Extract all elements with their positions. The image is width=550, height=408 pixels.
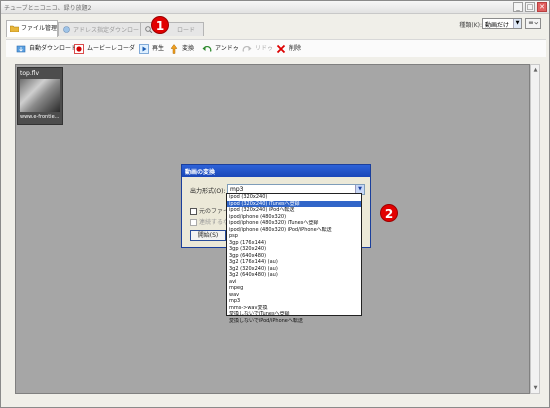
- dialog-title: 動画の変換: [182, 165, 370, 177]
- checkbox-box: [190, 219, 197, 226]
- tab-file-management[interactable]: ファイル管理: [6, 20, 58, 37]
- movie-recorder-button[interactable]: ムービーレコーダ: [74, 43, 135, 55]
- movie-recorder-label: ムービーレコーダ: [87, 45, 136, 52]
- app-window: チューブとニコニコ、録り放題2 _ □ ✕ ファイル管理 アドレス指定ダウンロー…: [0, 0, 550, 408]
- scroll-down-icon[interactable]: ▼: [532, 384, 539, 392]
- convert-button[interactable]: 変換: [169, 43, 194, 55]
- callout-badge-1: 1: [151, 16, 169, 34]
- sort-label: 種類(K):: [459, 22, 482, 29]
- play-button[interactable]: 再生: [139, 43, 164, 55]
- redo-label: リドゥ: [255, 45, 274, 52]
- delete-label: 削除: [289, 45, 302, 52]
- thumbnail-filename: top.flv: [20, 70, 40, 77]
- continuous-checkbox[interactable]: 連続するな: [190, 219, 229, 227]
- tab-search-download[interactable]: ロード: [140, 22, 204, 36]
- delete-button[interactable]: 削除: [276, 43, 301, 55]
- delete-icon: [276, 44, 286, 54]
- redo-button[interactable]: リドゥ: [242, 43, 273, 55]
- tab-label: ファイル管理: [21, 25, 58, 32]
- output-format-value: mp3: [230, 186, 244, 193]
- maximize-button[interactable]: □: [525, 2, 535, 12]
- sort-select[interactable]: 動画だけ ▼: [482, 18, 522, 29]
- view-toggle-button[interactable]: [525, 18, 541, 29]
- checkbox-box: [190, 208, 197, 215]
- convert-icon: [170, 44, 178, 54]
- folder-icon: [10, 25, 19, 32]
- undo-icon: [202, 45, 212, 52]
- thumbnail-url: www.e-frontie...: [20, 114, 60, 120]
- list-view-icon: [528, 21, 539, 25]
- play-icon: [139, 44, 149, 54]
- callout-badge-2: 2: [380, 204, 398, 222]
- scroll-up-icon[interactable]: ▲: [532, 66, 539, 74]
- format-dropdown-list[interactable]: ipod (320x240) ipod (320x240) iTunesへ登録 ip…: [226, 193, 362, 324]
- auto-download-label: 自動ダウンロード: [29, 45, 78, 52]
- redo-icon: [242, 45, 252, 52]
- start-button[interactable]: 開始(S): [190, 230, 226, 241]
- close-button[interactable]: ✕: [537, 2, 547, 12]
- play-label: 再生: [152, 45, 165, 52]
- record-icon: [74, 44, 84, 54]
- chevron-down-icon: ▼: [513, 19, 521, 28]
- format-option[interactable]: 変換しないでiPod/iPhoneへ転送: [227, 318, 361, 325]
- title-bar[interactable]: チューブとニコニコ、録り放題2 _ □ ✕: [1, 1, 549, 14]
- checkbox-label: 連続するな: [199, 219, 230, 226]
- thumbnail-image: [20, 79, 60, 112]
- tab-label: アドレス指定ダウンロード: [73, 27, 146, 34]
- auto-download-button[interactable]: 自動ダウンロード: [16, 43, 77, 55]
- globe-icon: [63, 26, 70, 33]
- tab-address-download[interactable]: アドレス指定ダウンロード: [58, 22, 146, 36]
- video-thumbnail[interactable]: top.flv www.e-frontie...: [17, 67, 63, 125]
- output-format-label: 出力形式(O):: [190, 188, 226, 195]
- convert-label: 変換: [182, 45, 195, 52]
- undo-label: アンドゥ: [215, 45, 239, 52]
- minimize-button[interactable]: _: [513, 2, 523, 12]
- undo-button[interactable]: アンドゥ: [202, 43, 239, 55]
- window-title: チューブとニコニコ、録り放題2: [4, 5, 92, 12]
- toolbar: 自動ダウンロード ムービーレコーダ 再生 変換 アンドゥ リドゥ 削除: [6, 39, 546, 57]
- sort-value: 動画だけ: [485, 22, 510, 29]
- vertical-scrollbar[interactable]: ▲ ▼: [530, 64, 540, 394]
- auto-download-icon: [16, 45, 26, 53]
